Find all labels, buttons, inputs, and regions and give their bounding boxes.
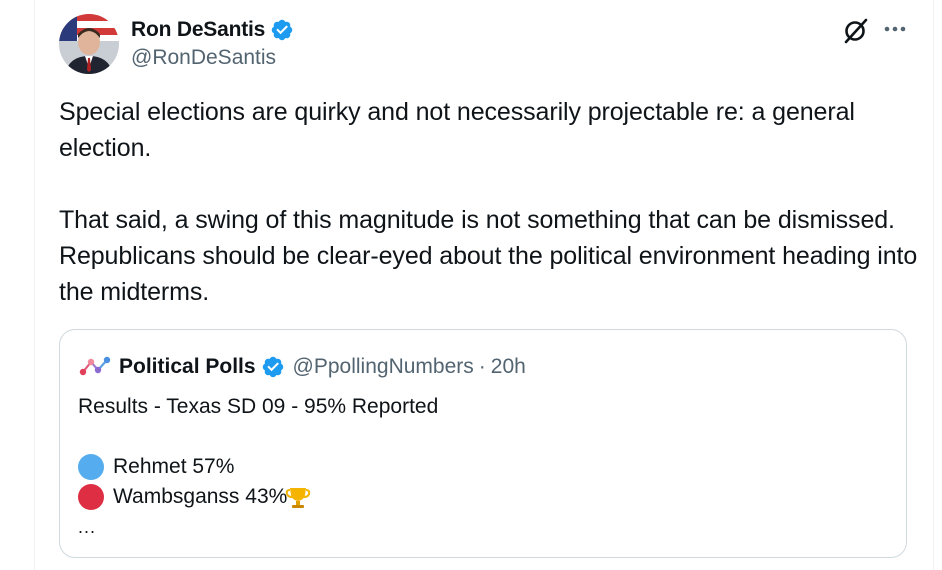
red-circle-icon [78,484,104,510]
trophy-icon [238,454,311,508]
quoted-tweet-header: Political Polls @PpollingNumbers · 20h [79,352,526,382]
quoted-headline: Results - Texas SD 09 - 95% Reported [78,395,439,418]
quoted-tweet-card[interactable]: Political Polls @PpollingNumbers · 20h R… [59,329,907,558]
author-name-row[interactable]: Ron DeSantis [131,16,294,44]
result-label: Rehmet 57% [113,455,235,478]
quoted-tweet-text: Results - Texas SD 09 - 95% Reported Reh… [78,392,438,542]
result-row-rehmet: Rehmet 57% [78,452,438,508]
quoted-author-handle[interactable]: @PpollingNumbers [293,355,474,379]
result-row-wambsganss: Wambsganss 43% [78,482,438,512]
verified-badge-icon[interactable] [270,18,294,42]
author-handle[interactable]: @RonDeSantis [131,46,276,70]
tweet-text: Special elections are quirky and not nec… [59,94,919,310]
quoted-author-name[interactable]: Political Polls [119,355,256,379]
tweet-paragraph-2: That said, a swing of this magnitude is … [59,206,918,306]
political-polls-logo-icon[interactable] [79,354,113,380]
quoted-timestamp[interactable]: 20h [491,355,526,379]
more-options-icon[interactable] [880,16,910,44]
tweet-paragraph-1: Special elections are quirky and not nec… [59,98,855,162]
timeline-border-left [34,0,35,570]
timeline-border-right [933,0,934,570]
avatar[interactable] [59,14,119,74]
header-separator: · [478,355,486,378]
grok-icon[interactable] [842,16,870,44]
result-label: Wambsganss 43% [113,485,288,508]
author-display-name[interactable]: Ron DeSantis [131,18,265,42]
blue-circle-icon [78,454,104,480]
quoted-verified-badge-icon[interactable] [261,355,285,379]
